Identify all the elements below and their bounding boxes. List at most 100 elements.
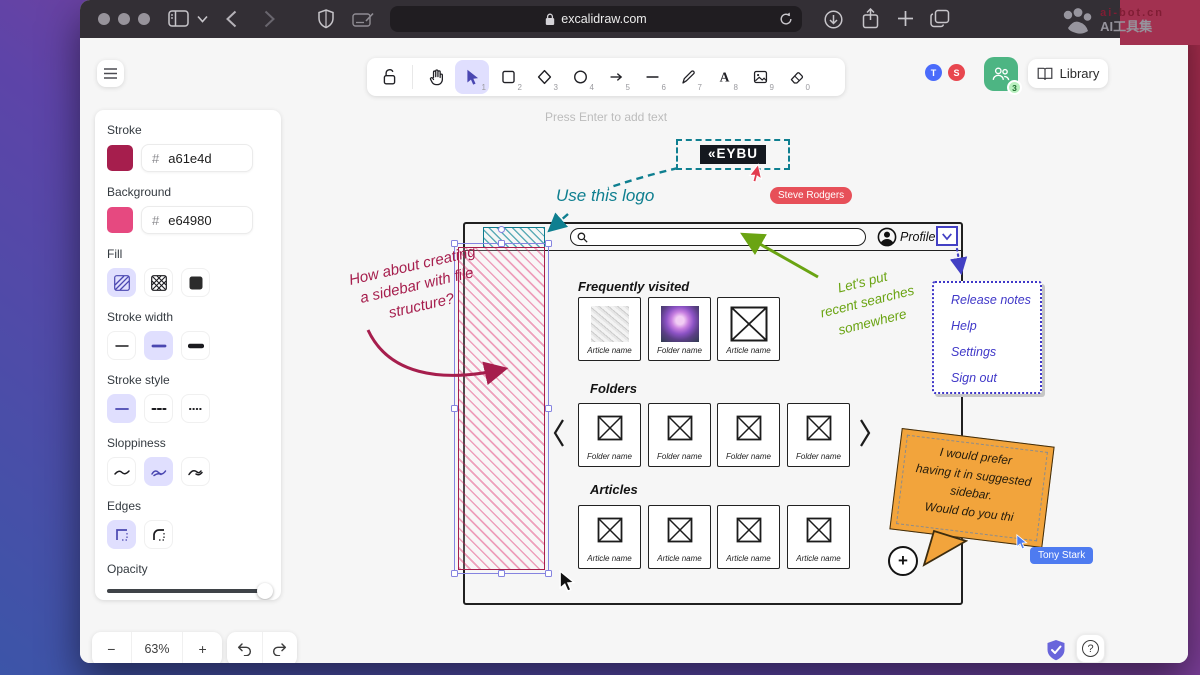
article-card[interactable]: Article name <box>787 505 850 569</box>
article-card[interactable]: Article name <box>717 505 780 569</box>
profile-dropdown-button[interactable] <box>936 226 958 246</box>
collaborator-avatar-t[interactable]: T <box>925 64 942 81</box>
fill-hachure-button[interactable] <box>107 268 136 297</box>
share-icon[interactable] <box>862 8 879 29</box>
live-collaboration-button[interactable]: 3 <box>984 57 1022 95</box>
stroke-width-label: Stroke width <box>107 310 174 324</box>
main-menu-button[interactable] <box>97 60 124 87</box>
downloads-icon[interactable] <box>824 10 843 29</box>
profile-avatar-icon[interactable] <box>877 227 897 247</box>
wireframe-search-bar[interactable] <box>570 228 866 246</box>
stroke-color-swatch[interactable] <box>107 145 133 171</box>
folder-card[interactable]: Folder name <box>787 403 850 467</box>
wireframe-add-fab[interactable]: + <box>888 546 918 576</box>
new-tab-icon[interactable] <box>897 10 914 27</box>
encryption-shield-icon[interactable] <box>1046 639 1066 662</box>
selection-handle-sw[interactable] <box>451 570 458 577</box>
article-card[interactable]: Article name <box>578 505 641 569</box>
background-label: Background <box>107 185 172 199</box>
library-button[interactable]: Library <box>1028 59 1108 88</box>
line-tool-button[interactable]: 6 <box>635 60 669 94</box>
writing-tools-icon[interactable] <box>352 12 375 27</box>
back-button-icon[interactable] <box>226 10 237 28</box>
collaborator-avatar-s[interactable]: S <box>948 64 965 81</box>
zoom-window-button[interactable] <box>138 13 150 25</box>
fill-crosshatch-button[interactable] <box>144 268 173 297</box>
text-tool-button[interactable]: A 8 <box>707 60 741 94</box>
selection-handle-se[interactable] <box>545 570 552 577</box>
logo-dashed-frame[interactable]: «EYBU <box>676 139 790 170</box>
lock-tool-button[interactable] <box>372 60 406 94</box>
keybu-logo[interactable]: «EYBU <box>699 145 767 164</box>
stroke-width-extrabold-button[interactable] <box>181 331 210 360</box>
carousel-right-icon[interactable] <box>858 418 872 448</box>
eraser-tool-button[interactable]: 0 <box>779 60 813 94</box>
undo-button[interactable] <box>227 632 262 663</box>
freq-card-folder[interactable]: Folder name <box>648 297 711 361</box>
opacity-slider[interactable] <box>107 583 273 599</box>
selection-handle-w[interactable] <box>451 405 458 412</box>
draw-tool-button[interactable]: 7 <box>671 60 705 94</box>
menu-item-help[interactable]: Help <box>951 319 1040 333</box>
sloppiness-cartoonist-button[interactable] <box>181 457 210 486</box>
stroke-style-solid-button[interactable] <box>107 394 136 423</box>
selection-handle-s[interactable] <box>498 570 505 577</box>
menu-item-sign-out[interactable]: Sign out <box>951 371 1040 385</box>
selection-handle-n[interactable] <box>498 240 505 247</box>
privacy-shield-icon[interactable] <box>318 9 334 29</box>
address-bar[interactable]: excalidraw.com <box>390 6 802 32</box>
zoom-out-button[interactable]: − <box>92 632 131 663</box>
rectangle-tool-button[interactable]: 2 <box>491 60 525 94</box>
tab-overview-icon[interactable] <box>930 9 950 28</box>
wireframe-profile-label[interactable]: Profile <box>900 230 935 244</box>
chevron-down-icon[interactable] <box>197 15 208 23</box>
folder-card[interactable]: Folder name <box>717 403 780 467</box>
zoom-in-button[interactable]: + <box>183 632 222 663</box>
folder-card[interactable]: Folder name <box>648 403 711 467</box>
stroke-hex-input[interactable]: # a61e4d <box>141 144 253 172</box>
edges-round-button[interactable] <box>144 520 173 549</box>
fill-solid-button[interactable] <box>181 268 210 297</box>
redo-button[interactable] <box>261 632 298 663</box>
ellipse-tool-button[interactable]: 4 <box>563 60 597 94</box>
edges-sharp-button[interactable] <box>107 520 136 549</box>
sticky-note[interactable]: I would prefer having it in suggested si… <box>889 427 1055 549</box>
use-this-logo-annotation[interactable]: Use this logo <box>556 186 654 206</box>
stroke-style-dashed-button[interactable] <box>144 394 173 423</box>
menu-item-release-notes[interactable]: Release notes <box>951 293 1040 307</box>
wireframe-profile-menu[interactable]: Release notes Help Settings Sign out <box>932 281 1042 394</box>
folder-card[interactable]: Folder name <box>578 403 641 467</box>
stroke-width-thin-button[interactable] <box>107 331 136 360</box>
selection-handle-nw[interactable] <box>451 240 458 247</box>
image-tool-button[interactable]: 9 <box>743 60 777 94</box>
stroke-width-bold-button[interactable] <box>144 331 173 360</box>
freq-card-article-1[interactable]: Article name <box>578 297 641 361</box>
article-card[interactable]: Article name <box>648 505 711 569</box>
close-window-button[interactable] <box>98 13 110 25</box>
freq-card-article-2[interactable]: Article name <box>717 297 780 361</box>
arrow-tool-button[interactable]: 5 <box>599 60 633 94</box>
stroke-style-dotted-button[interactable] <box>181 394 210 423</box>
diamond-tool-button[interactable]: 3 <box>527 60 561 94</box>
background-color-swatch[interactable] <box>107 207 133 233</box>
menu-item-settings[interactable]: Settings <box>951 345 1040 359</box>
sloppiness-architect-button[interactable] <box>107 457 136 486</box>
background-hex-input[interactable]: # e64980 <box>141 206 253 234</box>
selection-handle-ne[interactable] <box>545 240 552 247</box>
reload-icon[interactable] <box>779 12 793 26</box>
sidebar-toggle-icon[interactable] <box>168 10 189 27</box>
selection-tool-button[interactable]: 1 <box>455 60 489 94</box>
minimize-window-button[interactable] <box>118 13 130 25</box>
zoom-level-value[interactable]: 63% <box>130 632 184 663</box>
selection-rotate-handle[interactable] <box>498 226 505 233</box>
sloppiness-artist-button[interactable] <box>144 457 173 486</box>
articles-title[interactable]: Articles <box>590 482 638 497</box>
hand-tool-button[interactable] <box>419 60 453 94</box>
opacity-thumb[interactable] <box>257 583 273 599</box>
help-button[interactable]: ? <box>1076 634 1105 663</box>
forward-button-icon[interactable] <box>264 10 275 28</box>
selection-handle-e[interactable] <box>545 405 552 412</box>
carousel-left-icon[interactable] <box>552 418 566 448</box>
folders-title[interactable]: Folders <box>590 381 637 396</box>
freq-visited-title[interactable]: Frequently visited <box>578 279 689 294</box>
